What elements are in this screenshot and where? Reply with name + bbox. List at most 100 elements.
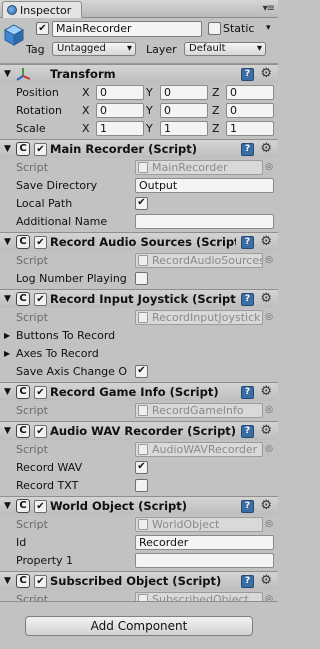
component-enabled-checkbox[interactable]: ✔ [34, 386, 47, 399]
script-file-icon [138, 443, 148, 455]
gear-icon[interactable]: ⚙ [260, 141, 272, 156]
gear-icon[interactable]: ⚙ [260, 423, 272, 438]
foldout-icon[interactable]: ▼ [4, 69, 11, 79]
foldout-closed-icon[interactable]: ▶ [4, 331, 10, 340]
vector-x-input[interactable]: 0 [96, 102, 144, 118]
object-active-checkbox[interactable]: ✔ [36, 22, 49, 35]
help-book-icon[interactable]: ? [241, 143, 254, 156]
record-input-joystick-header[interactable]: ▼ C ✔ Record Input Joystick (Script) ? ⚙ [0, 289, 278, 308]
tab-menu-icon[interactable]: ▾≡ [263, 3, 275, 14]
script-field[interactable]: MainRecorder [135, 159, 263, 175]
static-toggle[interactable]: Static [208, 22, 254, 35]
gear-icon[interactable]: ⚙ [260, 573, 272, 588]
additional-name-input[interactable] [135, 213, 274, 229]
object-picker-icon[interactable]: ◎ [265, 444, 273, 454]
axis-x-label[interactable]: X [82, 86, 96, 99]
script-field[interactable]: RecordInputJoystick [135, 309, 263, 325]
gear-icon[interactable]: ⚙ [260, 384, 272, 399]
foldout-icon[interactable]: ▼ [4, 144, 11, 154]
object-picker-icon[interactable]: ◎ [265, 255, 273, 265]
object-picker-icon[interactable]: ◎ [265, 312, 273, 322]
axis-z-label[interactable]: Z [212, 86, 226, 99]
foldout-icon[interactable]: ▼ [4, 501, 11, 511]
foldout-icon[interactable]: ▼ [4, 237, 11, 247]
foldout-closed-icon[interactable]: ▶ [4, 349, 10, 358]
record-wav-checkbox[interactable]: ✔ [135, 460, 148, 474]
component-title: World Object (Script) [50, 499, 188, 513]
static-dropdown-icon[interactable]: ▾ [266, 23, 271, 33]
axis-y-label[interactable]: Y [146, 104, 160, 117]
help-book-icon[interactable]: ? [241, 386, 254, 399]
component-enabled-checkbox[interactable]: ✔ [34, 500, 47, 513]
vector-y-input[interactable]: 0 [160, 84, 208, 100]
axis-z-label[interactable]: Z [212, 122, 226, 135]
id-input[interactable]: Recorder [135, 534, 274, 550]
property-1-input[interactable] [135, 552, 274, 568]
audio-wav-recorder-header[interactable]: ▼ C ✔ Audio WAV Recorder (Script) ? ⚙ [0, 421, 278, 440]
vector-z-group: Z0 [212, 102, 274, 118]
tag-dropdown[interactable]: Untagged [52, 42, 136, 56]
component-enabled-checkbox[interactable]: ✔ [34, 143, 47, 156]
foldout-icon[interactable]: ▼ [4, 576, 11, 586]
script-field[interactable]: AudioWAVRecorder [135, 441, 263, 457]
component-enabled-checkbox[interactable]: ✔ [34, 425, 47, 438]
component-enabled-checkbox[interactable]: ✔ [34, 236, 47, 249]
foldout-icon[interactable]: ▼ [4, 387, 11, 397]
record-game-info-header[interactable]: ▼ C ✔ Record Game Info (Script) ? ⚙ [0, 382, 278, 401]
script-label: Script [16, 517, 48, 531]
save-axis-change-checkbox[interactable]: ✔ [135, 364, 148, 378]
help-book-icon[interactable]: ? [241, 425, 254, 438]
transform-header[interactable]: ▼ Transform ? ⚙ [0, 64, 278, 83]
help-book-icon[interactable]: ? [241, 236, 254, 249]
vector-y-input[interactable]: 0 [160, 102, 208, 118]
record-txt-checkbox[interactable] [135, 478, 148, 492]
buttons-to-record-row[interactable]: ▶ Buttons To Record [0, 326, 278, 344]
vector-z-input[interactable]: 0 [226, 102, 274, 118]
component-enabled-checkbox[interactable]: ✔ [34, 575, 47, 588]
vector-z-input[interactable]: 0 [226, 84, 274, 100]
script-name: WorldObject [152, 517, 220, 531]
script-field[interactable]: WorldObject [135, 516, 263, 532]
static-checkbox[interactable] [208, 22, 221, 35]
gear-icon[interactable]: ⚙ [260, 498, 272, 513]
vector-x-input[interactable]: 0 [96, 84, 144, 100]
axis-x-label[interactable]: X [82, 104, 96, 117]
main-recorder-header[interactable]: ▼ C ✔ Main Recorder (Script) ? ⚙ [0, 139, 278, 158]
local-path-checkbox[interactable]: ✔ [135, 196, 148, 210]
layer-dropdown[interactable]: Default [184, 42, 266, 56]
help-book-icon[interactable]: ? [241, 293, 254, 306]
subscribed-object-header[interactable]: ▼ C ✔ Subscribed Object (Script) ? ⚙ [0, 571, 278, 590]
object-picker-icon[interactable]: ◎ [265, 405, 273, 415]
axis-z-label[interactable]: Z [212, 104, 226, 117]
axes-to-record-row[interactable]: ▶ Axes To Record [0, 344, 278, 362]
axis-y-label[interactable]: Y [146, 122, 160, 135]
object-picker-icon[interactable]: ◎ [265, 162, 273, 172]
script-name: RecordAudioSources [152, 253, 263, 267]
vector-z-input[interactable]: 1 [226, 120, 274, 136]
vector-x-input[interactable]: 1 [96, 120, 144, 136]
foldout-icon[interactable]: ▼ [4, 426, 11, 436]
save-directory-input[interactable]: Output [135, 177, 274, 193]
script-field[interactable]: RecordGameInfo [135, 402, 263, 418]
axis-y-label[interactable]: Y [146, 86, 160, 99]
foldout-icon[interactable]: ▼ [4, 294, 11, 304]
log-number-playing-checkbox[interactable] [135, 271, 148, 285]
tab-inspector[interactable]: Inspector [2, 1, 82, 18]
gear-icon[interactable]: ⚙ [260, 66, 272, 81]
transform-title: Transform [50, 67, 116, 81]
object-name-input[interactable]: MainRecorder [52, 21, 202, 37]
axis-x-label[interactable]: X [82, 122, 96, 135]
object-picker-icon[interactable]: ◎ [265, 519, 273, 529]
help-book-icon[interactable]: ? [241, 500, 254, 513]
world-object-header[interactable]: ▼ C ✔ World Object (Script) ? ⚙ [0, 496, 278, 515]
vector-y-input[interactable]: 1 [160, 120, 208, 136]
help-book-icon[interactable]: ? [241, 575, 254, 588]
add-component-button[interactable]: Add Component [25, 616, 253, 636]
gear-icon[interactable]: ⚙ [260, 234, 272, 249]
component-enabled-checkbox[interactable]: ✔ [34, 293, 47, 306]
gear-icon[interactable]: ⚙ [260, 291, 272, 306]
script-field[interactable]: RecordAudioSources [135, 252, 263, 268]
record-audio-sources-header[interactable]: ▼ C ✔ Record Audio Sources (Script) ? ⚙ [0, 232, 278, 251]
help-book-icon[interactable]: ? [241, 68, 254, 81]
layer-label: Layer [146, 42, 177, 56]
